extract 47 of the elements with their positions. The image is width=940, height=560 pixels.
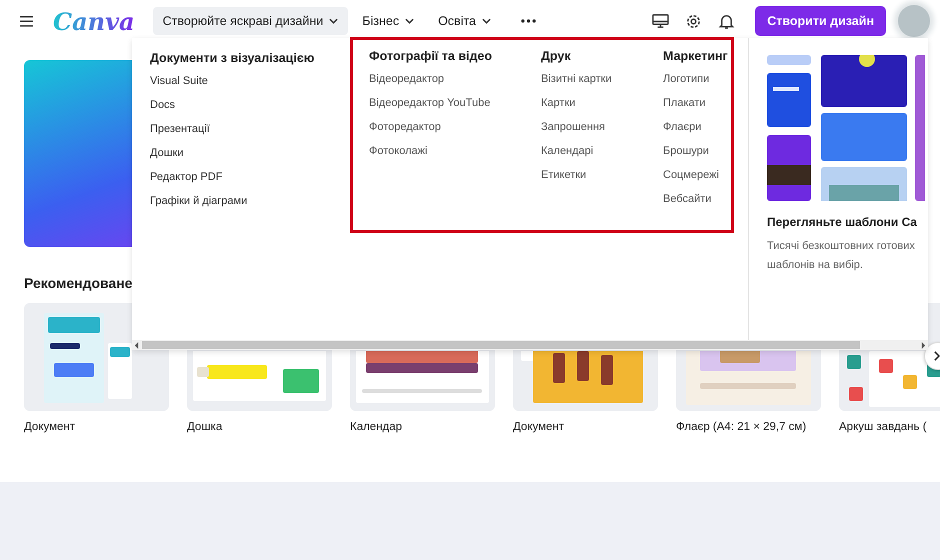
menu-link[interactable]: Фоторедактор	[369, 121, 441, 145]
menu-link[interactable]: Картки	[541, 97, 576, 121]
menu-link[interactable]: Вебсайти	[663, 193, 712, 217]
menu-link[interactable]: Плакати	[663, 97, 706, 121]
menu-link[interactable]: Відеоредактор	[369, 73, 444, 97]
menu-link[interactable]: Етикетки	[541, 169, 586, 193]
menu-link[interactable]: Презентації	[150, 123, 210, 147]
settings-icon[interactable]	[685, 12, 702, 30]
card-label[interactable]: Флаєр (A4: 21 × 29,7 см)	[676, 421, 821, 433]
monitor-icon[interactable]	[652, 12, 670, 30]
menu-link[interactable]: Соцмережі	[663, 169, 719, 193]
section-heading: Рекомендоване	[24, 275, 134, 291]
scrollbar[interactable]	[132, 340, 928, 350]
create-design-button[interactable]: Створити дизайн	[755, 6, 886, 36]
menu-link[interactable]: Графіки й діаграми	[150, 195, 248, 219]
menu-link[interactable]: Запрошення	[541, 121, 606, 145]
promo-text: Тисячі безкоштовних готових шаблонів на вибір.	[767, 239, 916, 273]
nav-tab[interactable]: Освіта	[428, 7, 502, 35]
scroll-left-icon[interactable]	[134, 342, 139, 348]
card-label[interactable]: Дошка	[187, 421, 332, 433]
promo-title: Перегляньте шаблони Ca	[767, 215, 918, 229]
column-heading: Документи з візуалізацією	[150, 51, 314, 65]
column-heading: Фотографії та відео	[369, 49, 492, 63]
menu-link[interactable]: Docs	[150, 99, 176, 123]
menu-link[interactable]: Дошки	[150, 147, 184, 171]
card-label[interactable]: Календар	[350, 421, 495, 433]
nav-tab[interactable]: Створюйте яскраві дизайни	[152, 7, 348, 35]
card-label[interactable]: Аркуш завдань (	[839, 421, 940, 433]
menu-link[interactable]: Логотипи	[663, 73, 710, 97]
menu-link[interactable]: Брошури	[663, 145, 709, 169]
chevron-right-icon	[933, 351, 940, 361]
menu-link[interactable]: Флаєри	[663, 121, 702, 145]
menu-link[interactable]: Календарі	[541, 145, 594, 169]
menu-link[interactable]: Редактор PDF	[150, 171, 222, 195]
nav-tab[interactable]: Бізнес	[352, 7, 424, 35]
column-heading: Маркетинг	[663, 49, 728, 63]
card-label[interactable]: Документ	[513, 421, 658, 433]
bell-icon[interactable]	[718, 12, 736, 30]
card-label[interactable]: Документ	[24, 421, 169, 433]
menu-link[interactable]: Відеоредактор YouTube	[369, 97, 490, 121]
more-icon[interactable]	[521, 19, 536, 23]
menu-link[interactable]: Visual Suite	[150, 75, 208, 99]
scroll-right-icon[interactable]	[921, 342, 926, 348]
menu-icon[interactable]	[20, 16, 33, 26]
column-heading: Друк	[541, 49, 571, 63]
menu-link[interactable]: Фотоколажі	[369, 145, 428, 169]
menu-link[interactable]: Візитні картки	[541, 73, 612, 97]
